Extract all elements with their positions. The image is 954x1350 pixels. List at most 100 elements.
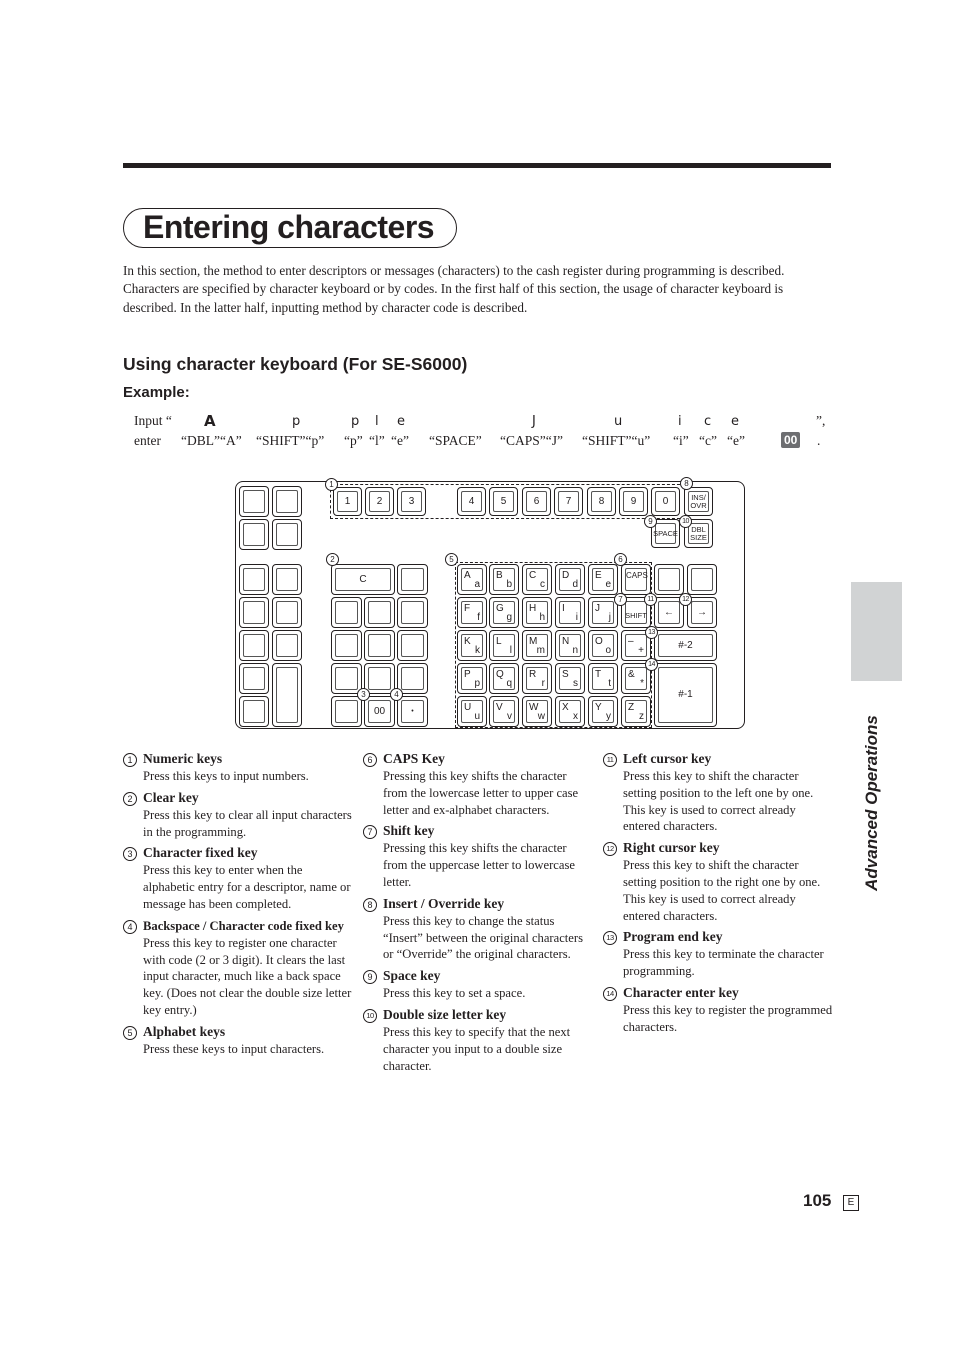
description-title: Character enter key [623,984,739,1000]
key-label-lower: e [605,579,611,590]
callout-number: 13 [603,931,617,946]
numeric-key-5[interactable]: 5 [489,487,518,516]
blank-key[interactable] [687,564,717,595]
blank-key[interactable] [272,519,302,550]
description-item: 14 Character enter key Press this key to r… [603,984,833,1036]
alphabet-key-k[interactable]: Kk [457,630,487,661]
blank-key[interactable] [331,630,362,661]
numeric-key-2[interactable]: 2 [365,487,394,516]
alphabet-key-g[interactable]: Gg [489,597,519,628]
alphabet-key-w[interactable]: Ww [522,696,552,727]
blank-tall-key[interactable] [272,663,302,727]
callout-12: 12 [679,593,692,606]
page-number: 105 [803,1191,832,1210]
key-label-lower: m [536,645,545,656]
blank-key[interactable] [364,663,395,694]
alphabet-key-q[interactable]: Qq [489,663,519,694]
callout-number: 12 [603,842,617,857]
description-title: Program end key [623,929,723,945]
numeric-key-9[interactable]: 9 [619,487,648,516]
blank-key[interactable] [364,597,395,628]
blank-key[interactable] [239,519,269,550]
key-label: #-1 [678,689,693,700]
alphabet-key-s[interactable]: Ss [555,663,585,694]
clear-key[interactable]: C [331,564,395,595]
alphabet-key-f[interactable]: Ff [457,597,487,628]
blank-key[interactable] [654,564,684,595]
enter-prefix: enter [134,433,161,448]
alphabet-key-b[interactable]: Bb [489,564,519,595]
numeric-key-1[interactable]: 1 [333,487,362,516]
description-column: 11 Left cursor key Press this key to shift… [603,750,833,1040]
key-label: DBL SIZE [690,524,707,542]
blank-key[interactable] [272,630,302,661]
blank-key[interactable] [272,597,302,628]
alphabet-key-y[interactable]: Yy [588,696,618,727]
blank-key[interactable] [272,486,302,517]
blank-key[interactable] [397,630,428,661]
character-enter-key[interactable]: #-1 [654,663,717,727]
blank-key[interactable] [272,564,302,595]
blank-key[interactable] [397,663,428,694]
insert-override-key[interactable]: INS/ OVR [684,487,713,516]
blank-key[interactable] [364,630,395,661]
blank-key[interactable] [239,486,269,517]
key-label: + [638,645,644,656]
blank-key[interactable] [397,564,428,595]
description-heading: 7 Shift key [363,822,593,840]
description-column: 1 Numeric keys Press this keys to input nu… [123,750,353,1062]
key-label-upper: T [595,669,602,680]
alphabet-key-t[interactable]: Tt [588,663,618,694]
callout-number: 10 [363,1008,377,1023]
callout-number: 4 [123,919,137,934]
alphabet-key-a[interactable]: Aa [457,564,487,595]
numeric-key-0[interactable]: 0 [651,487,680,516]
key-label-lower: x [573,711,578,722]
example-char: e [731,414,739,429]
alphabet-key-o[interactable]: Oo [588,630,618,661]
numeric-key-4[interactable]: 4 [457,487,486,516]
blank-key[interactable] [239,597,269,628]
numeric-key-7[interactable]: 7 [554,487,583,516]
alphabet-key-r[interactable]: Rr [522,663,552,694]
blank-key[interactable] [397,597,428,628]
double-zero-key[interactable]: 00 [364,696,395,727]
alphabet-key-d[interactable]: Dd [555,564,585,595]
character-fixed-key[interactable] [331,696,362,727]
description-item: 8 Insert / Override key Press this key to … [363,895,593,963]
blank-key[interactable] [239,564,269,595]
description-heading: 13 Program end key [603,928,833,946]
alphabet-key-l[interactable]: Ll [489,630,519,661]
numeric-key-8[interactable]: 8 [587,487,616,516]
key-label-upper: C [529,570,537,581]
numeric-key-3[interactable]: 3 [397,487,426,516]
description-body: Pressing this key shifts the character f… [383,841,575,889]
alphabet-key-u[interactable]: Uu [457,696,487,727]
callout-number: 1 [123,753,137,767]
blank-key[interactable] [239,696,269,727]
blank-key[interactable] [239,630,269,661]
point-key[interactable]: • [397,696,428,727]
key-label: 5 [500,495,507,507]
alphabet-key-z[interactable]: Zz [621,696,651,727]
description-item: 1 Numeric keys Press this keys to input nu… [123,750,353,785]
key-label: 6 [533,495,540,507]
alphabet-key-i[interactable]: Ii [555,597,585,628]
alphabet-key-h[interactable]: Hh [522,597,552,628]
alphabet-key-m[interactable]: Mm [522,630,552,661]
alphabet-key-v[interactable]: Vv [489,696,519,727]
input-suffix: ”, [816,413,826,428]
alphabet-key-x[interactable]: Xx [555,696,585,727]
blank-key[interactable] [331,663,362,694]
alphabet-key-c[interactable]: Cc [522,564,552,595]
alphabet-key-p[interactable]: Pp [457,663,487,694]
alphabet-key-n[interactable]: Nn [555,630,585,661]
blank-key[interactable] [331,597,362,628]
example-step: “SHIFT”“u” [582,433,651,448]
alphabet-key-e[interactable]: Ee [588,564,618,595]
blank-key[interactable] [239,663,269,694]
caps-key[interactable]: CAPS [621,564,651,595]
language-badge: E [843,1195,859,1211]
program-end-key[interactable]: #-2 [654,630,717,661]
numeric-key-6[interactable]: 6 [522,487,551,516]
